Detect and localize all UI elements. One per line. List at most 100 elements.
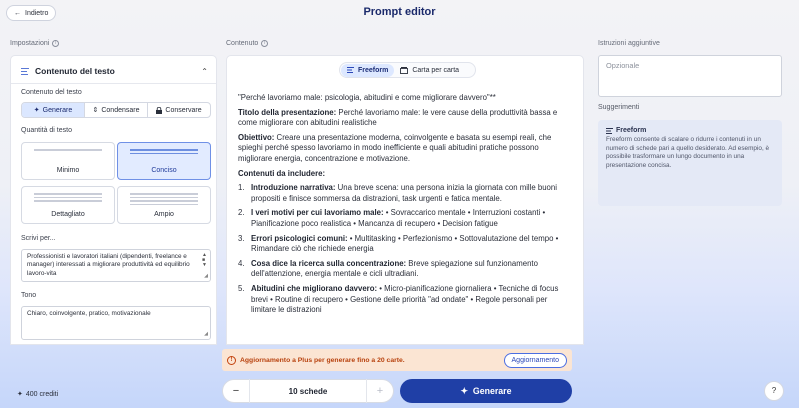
resize-handle-icon[interactable]: ◢ (204, 330, 208, 338)
tone-label: Tono (21, 292, 37, 299)
quantity-label: Quantità di testo (21, 127, 72, 134)
sparkle-icon: ✦ (460, 385, 468, 396)
audience-text: Professionisti e lavoratori italiani (di… (27, 253, 190, 277)
info-icon[interactable]: i (52, 40, 60, 47)
chevron-up-icon[interactable]: ⌃ (201, 67, 208, 76)
content-section-label: Contenuto i (226, 40, 269, 47)
banner-text: Aggiornamento a Plus per generare fino a… (240, 356, 405, 364)
help-button[interactable]: ? (764, 381, 784, 401)
audience-textarea[interactable]: Professionisti e lavoratori italiani (di… (21, 249, 211, 282)
info-icon[interactable]: i (261, 40, 269, 47)
text-lines-graphic (34, 149, 102, 153)
instructions-placeholder: Opzionale (606, 61, 640, 70)
upgrade-button[interactable]: Aggiornamento (503, 352, 567, 368)
tab-label: Carta per carta (412, 66, 460, 74)
tab-freeform[interactable]: Freeform (341, 63, 395, 77)
suggestion-card: Freeform Freeform consente di scalare o … (598, 120, 782, 206)
mode-label-text: Conservare (165, 106, 202, 114)
quantity-dettagliato-card[interactable]: Dettagliato (21, 186, 115, 224)
list-number: 1. (238, 183, 245, 193)
upgrade-banner: ! Aggiornamento a Plus per generare fino… (222, 349, 572, 371)
item-label: Introduzione narrativa: (251, 183, 336, 193)
text-content-panel-header[interactable]: Contenuto del testo ⌃ (21, 63, 208, 79)
text-content-panel: Contenuto del testo ⌃ Contenuto del test… (10, 55, 217, 345)
list-item: 2. I veri motivi per cui lavoriamo male: … (238, 208, 574, 229)
sparkle-icon: ✦ (33, 107, 40, 114)
additional-label: Istruzioni aggiuntive (598, 40, 660, 47)
item-label: Errori psicologici comuni: (251, 233, 348, 243)
credits-indicator[interactable]: ✦ 400 crediti (17, 390, 59, 399)
mode-label-text: Condensare (101, 106, 140, 114)
suggestion-text: Freeform consente di scalare o ridurre i… (606, 136, 770, 169)
quantity-minimo-card[interactable]: Minimo (21, 142, 115, 180)
card-count-value[interactable]: 10 schede (250, 387, 366, 396)
list-number: 3. (238, 233, 245, 243)
text-lines-graphic (130, 149, 198, 156)
item-label: I veri motivi per cui lavoriamo male: (251, 208, 384, 218)
top-bar: ← Indietro Prompt editor (0, 0, 799, 26)
content-editor-panel: Freeform Carta per carta "Perché lavoria… (226, 55, 584, 345)
suggestion-title-text: Freeform (616, 127, 647, 134)
mode-generate-button[interactable]: ✦ Generare (22, 103, 85, 117)
quantity-option-label: Conciso (151, 167, 177, 174)
field-label: Obiettivo: (238, 132, 275, 142)
contents-list: 1. Introduzione narrativa: Una breve scen… (238, 183, 574, 316)
view-toggle: Freeform Carta per carta (339, 62, 476, 78)
text-lines-icon (21, 67, 29, 75)
tone-textarea[interactable]: Chiaro, coinvolgente, pratico, motivazio… (21, 306, 211, 340)
suggestion-title: Freeform (606, 127, 774, 135)
list-item: 5. Abitudini che migliorano davvero: • Mi… (238, 284, 574, 316)
text-lines-icon (606, 128, 613, 135)
item-label: Abitudini che migliorano davvero: (251, 283, 378, 293)
content-label: Contenuto (226, 40, 259, 47)
list-item: 3. Errori psicologici comuni: • Multitask… (238, 234, 574, 255)
card-icon (400, 66, 409, 74)
text-lines-graphic (130, 193, 198, 207)
increment-button[interactable]: + (367, 379, 393, 403)
sparkle-icon: ✦ (17, 391, 23, 398)
mode-preserve-button[interactable]: Conservare (148, 103, 210, 117)
decrement-button[interactable]: − (223, 379, 249, 403)
generate-button[interactable]: ✦ Generare (400, 379, 572, 403)
prompt-document[interactable]: "Perché lavoriamo male: psicologia, abit… (238, 93, 574, 320)
resize-handle-icon[interactable]: ◢ (204, 272, 208, 280)
warning-icon: ! (227, 355, 236, 365)
quantity-option-label: Ampio (154, 211, 174, 218)
tone-text: Chiaro, coinvolgente, pratico, motivazio… (27, 310, 151, 317)
quantity-option-label: Minimo (56, 167, 80, 174)
item-label: Cosa dice la ricerca sulla concentrazion… (251, 258, 407, 268)
text-lines-graphic (34, 193, 102, 204)
generate-label: Generare (472, 386, 512, 396)
lock-icon (156, 106, 163, 114)
audience-label: Scrivi per... (21, 235, 56, 242)
mode-condense-button[interactable]: ⇕ Condensare (85, 103, 148, 117)
field-label: Titolo della presentazione: (238, 107, 337, 117)
mode-label: Contenuto del testo (21, 89, 82, 96)
document-heading: "Perché lavoriamo male: psicologia, abit… (238, 93, 496, 102)
tab-card-by-card[interactable]: Carta per carta (394, 64, 465, 77)
quantity-conciso-card[interactable]: Conciso (117, 142, 211, 180)
list-number: 5. (238, 283, 245, 293)
quantity-ampio-card[interactable]: Ampio (117, 186, 211, 224)
text-lines-icon (347, 67, 354, 73)
mode-segmented-control: ✦ Generare ⇕ Condensare Conservare (21, 102, 211, 118)
settings-section-label: Impostazioni i (10, 40, 60, 47)
field-label: Contenuti da includere: (238, 168, 326, 178)
list-item: 4. Cosa dice la ricerca sulla concentrazi… (238, 259, 574, 280)
field-value: Creare una presentazione moderna, coinvo… (238, 132, 552, 163)
suggestions-label: Suggerimenti (598, 104, 640, 111)
list-number: 4. (238, 258, 245, 268)
divider (11, 83, 216, 84)
mode-label-text: Generare (42, 106, 73, 114)
settings-label: Impostazioni (10, 40, 50, 47)
page-title: Prompt editor (363, 6, 436, 18)
additional-instructions-input[interactable]: Opzionale (598, 55, 782, 97)
contents-heading: Contenuti da includere: (238, 169, 574, 180)
list-item: 1. Introduzione narrativa: Una breve scen… (238, 183, 574, 204)
card-count-stepper: − 10 schede + (222, 379, 394, 403)
condense-icon: ⇕ (92, 107, 99, 114)
credits-text: 400 crediti (25, 390, 59, 398)
additional-instructions-label: Istruzioni aggiuntive (598, 40, 660, 47)
objective-paragraph: Obiettivo: Creare una presentazione mode… (238, 133, 574, 165)
scroll-arrows-icon[interactable]: ▲ ■ ▼ (202, 253, 207, 268)
